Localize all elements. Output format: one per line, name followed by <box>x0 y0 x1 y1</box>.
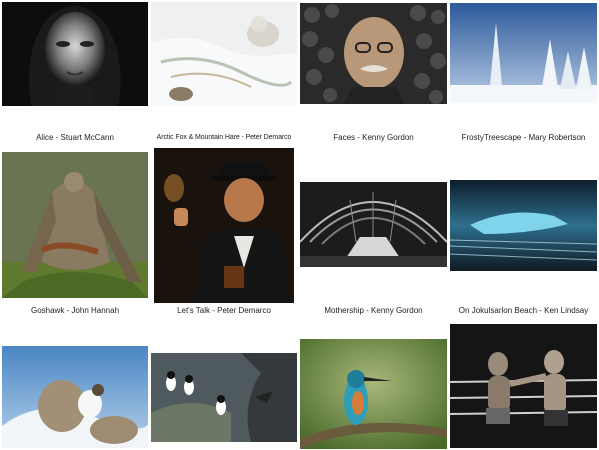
photo-caption: On Jokulsarlon Beach - Ken Lindsay <box>458 306 589 315</box>
photo-thumbnail-lets-talk[interactable] <box>154 148 294 303</box>
photo-caption: Let's Talk - Peter Demarco <box>177 306 271 315</box>
photo-thumbnail-frosty-treescape[interactable] <box>450 3 597 103</box>
photo-thumbnail-ptarmigan[interactable] <box>2 346 148 448</box>
gallery-page: { "gallery": { "items": [ {"caption": "A… <box>0 0 599 450</box>
photo-caption: Mothership - Kenny Gordon <box>324 306 423 315</box>
photo-thumbnail-mothership[interactable] <box>300 182 447 267</box>
photo-thumbnail-arctic-fox[interactable] <box>151 2 297 106</box>
photo-thumbnail-muay-thai[interactable] <box>450 324 597 448</box>
photo-caption: Faces - Kenny Gordon <box>333 133 414 142</box>
photo-thumbnail-alice[interactable] <box>2 2 148 106</box>
photo-thumbnail-faces[interactable] <box>300 3 447 104</box>
photo-caption: FrostyTreescape - Mary Robertson <box>461 133 586 142</box>
photo-thumbnail-goshawk[interactable] <box>2 152 148 298</box>
photo-caption: Goshawk - John Hannah <box>30 306 120 315</box>
photo-caption: Alice - Stuart McCann <box>36 133 114 142</box>
photo-caption: Arctic Fox & Mountain Hare - Peter Demar… <box>156 134 292 141</box>
photo-thumbnail-kingfisher[interactable] <box>300 339 447 449</box>
photo-thumbnail-puffins[interactable] <box>151 353 297 442</box>
photo-thumbnail-jokulsarlon-beach[interactable] <box>450 180 597 271</box>
